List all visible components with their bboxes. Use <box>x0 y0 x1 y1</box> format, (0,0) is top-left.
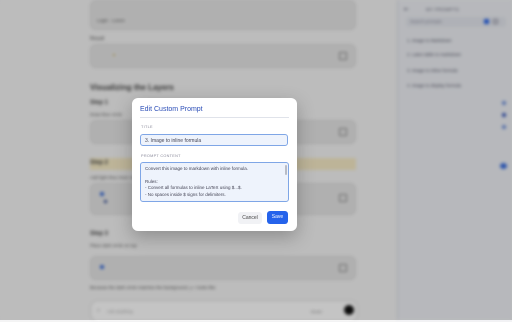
edit-prompt-dialog: Edit Custom Prompt TITLE 3. Image to inl… <box>132 98 297 231</box>
textarea-scrollbar[interactable] <box>285 165 287 175</box>
dialog-title: Edit Custom Prompt <box>140 106 203 113</box>
title-label: TITLE <box>141 125 153 129</box>
content-label: PROMPT CONTENT <box>141 154 181 158</box>
save-button[interactable]: Save <box>267 211 288 224</box>
prompt-content-textarea[interactable]: Convert this image to markdown with inli… <box>140 162 289 202</box>
content-line: - No spaces inside $ signs for delimiter… <box>145 191 226 197</box>
cancel-button[interactable]: Cancel <box>238 212 262 224</box>
title-input[interactable]: 3. Image to inline formula <box>140 134 288 146</box>
dialog-divider <box>140 117 289 118</box>
